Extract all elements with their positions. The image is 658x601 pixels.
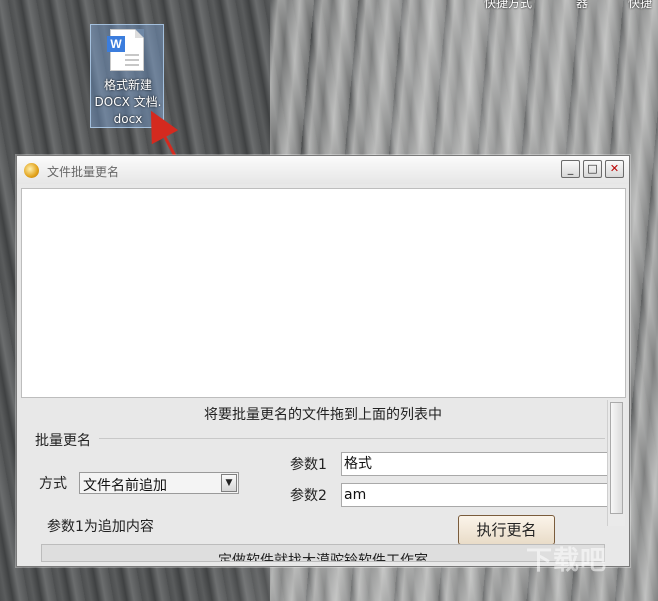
param1-input[interactable]: 格式: [341, 452, 625, 476]
file-drop-list[interactable]: [21, 188, 626, 398]
footer-bar: 定做软件就找大漠驼铃软件工作室: [41, 544, 605, 562]
file-name-label: 格式新建 DOCX 文档. docx: [94, 78, 162, 126]
chevron-down-icon[interactable]: ▼: [221, 474, 237, 492]
site-watermark: 下载吧: [526, 546, 608, 576]
mode-label: 方式: [39, 476, 67, 492]
word-document-icon: W: [107, 29, 144, 71]
batch-rename-window: 文件批量更名 _ □ ✕ 将要批量更名的文件拖到上面的列表中 批量更名 方式 文…: [16, 155, 630, 567]
desktop-shortcut-label: 快捷方式: [484, 0, 533, 10]
param1-label: 参数1: [290, 457, 327, 473]
drop-hint-text: 将要批量更名的文件拖到上面的列表中: [204, 407, 442, 423]
window-title: 文件批量更名: [47, 165, 120, 179]
desktop-docx-file-icon[interactable]: W 格式新建 DOCX 文档. docx: [90, 24, 164, 128]
scrollbar-thumb[interactable]: [610, 402, 623, 514]
group-title: 批量更名: [35, 433, 91, 449]
desktop-shortcut-label: 快捷: [628, 0, 653, 10]
desktop-shortcut-label: 器: [576, 0, 589, 10]
vertical-scrollbar[interactable]: [607, 400, 625, 526]
maximize-button[interactable]: □: [583, 160, 602, 178]
param2-input[interactable]: am: [341, 483, 625, 507]
footer-text: 定做软件就找大漠驼铃软件工作室: [218, 553, 428, 562]
mode-select[interactable]: 文件名前追加 ▼: [79, 472, 239, 494]
word-badge: W: [107, 36, 125, 52]
close-button[interactable]: ✕: [605, 160, 624, 178]
group-divider: [99, 438, 605, 439]
app-icon: [24, 163, 39, 178]
mode-select-value: 文件名前追加: [83, 478, 167, 494]
title-bar[interactable]: 文件批量更名 _ □ ✕: [17, 156, 629, 184]
param2-label: 参数2: [290, 488, 327, 504]
minimize-button[interactable]: _: [561, 160, 580, 178]
param-hint-text: 参数1为追加内容: [47, 519, 154, 535]
